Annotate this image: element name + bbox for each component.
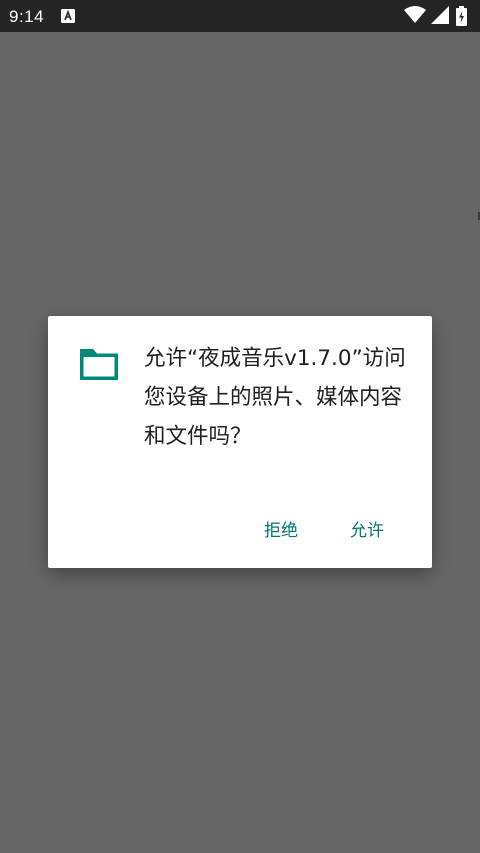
status-bar: 9:14 <box>0 0 480 32</box>
allow-button[interactable]: 允许 <box>342 510 392 552</box>
app-notification-icon <box>61 9 75 23</box>
deny-button[interactable]: 拒绝 <box>256 510 306 552</box>
permission-dialog: 允许“夜成音乐v1.7.0”访问您设备上的照片、媒体内容和文件吗？ 拒绝 允许 <box>48 316 432 568</box>
clock: 9:14 <box>9 7 45 26</box>
wifi-icon <box>404 6 426 23</box>
folder-icon <box>80 349 118 380</box>
cell-signal-icon <box>431 6 449 24</box>
battery-charging-icon <box>456 6 467 26</box>
dialog-message: 允许“夜成音乐v1.7.0”访问您设备上的照片、媒体内容和文件吗？ <box>144 346 406 449</box>
